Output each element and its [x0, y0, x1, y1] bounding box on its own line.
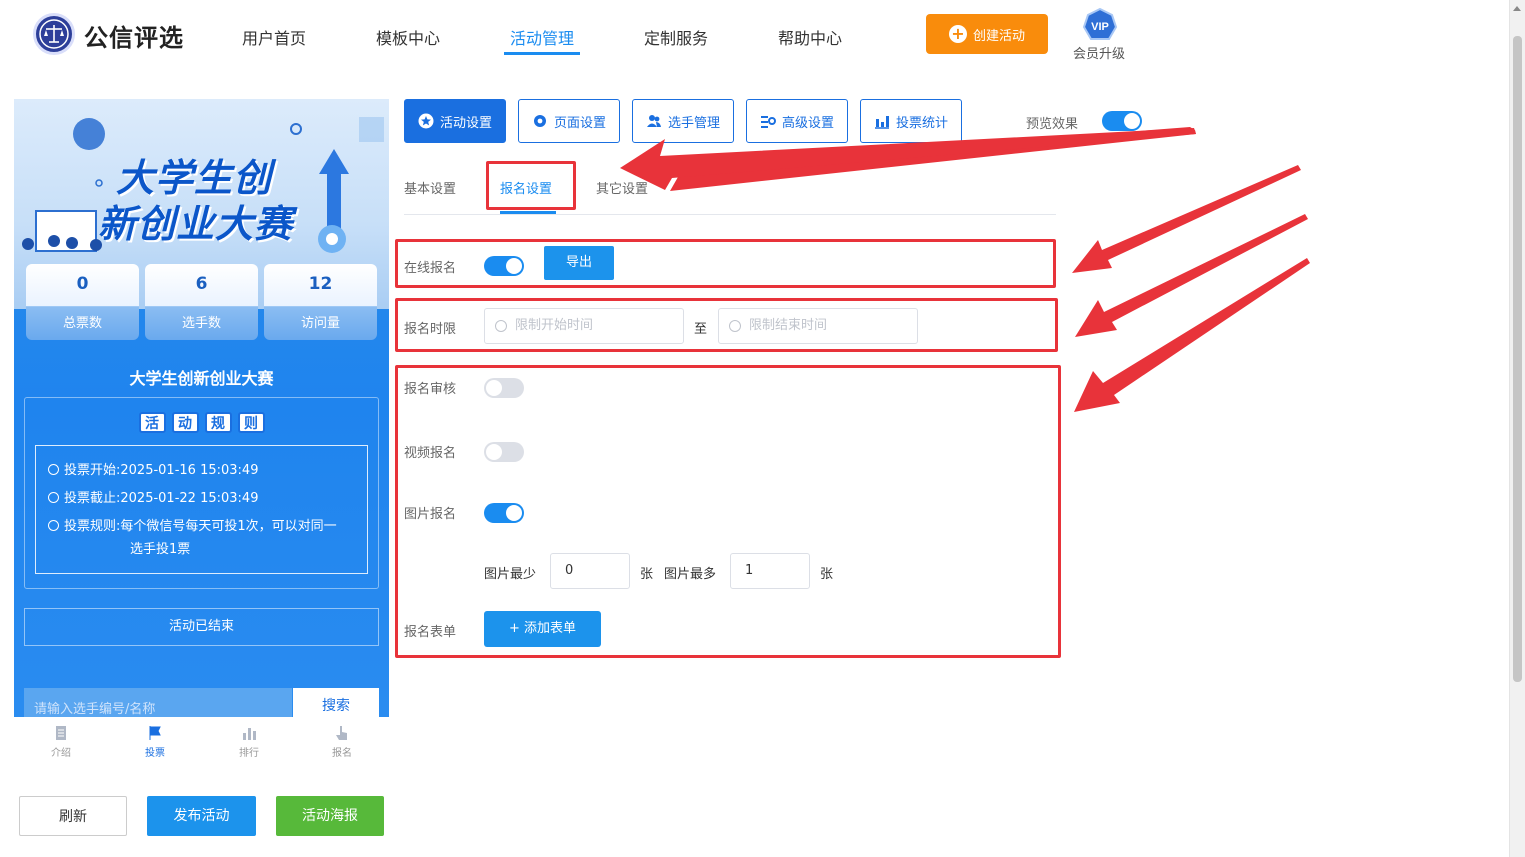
- stat-value: 0: [76, 274, 89, 294]
- create-activity-button[interactable]: + 创建活动: [926, 14, 1048, 54]
- plus-icon: +: [948, 25, 967, 43]
- info-icon: [48, 520, 59, 531]
- vote-end-value: 2025-01-22 15:03:49: [120, 491, 259, 506]
- stat-total-votes: 0 总票数: [26, 264, 139, 340]
- brand-name[interactable]: 公信评选: [84, 18, 184, 53]
- nav-template-center[interactable]: 模板中心: [376, 25, 440, 49]
- annotation-box-signup-options: [395, 365, 1061, 658]
- document-icon: [56, 726, 66, 740]
- vip-icon[interactable]: VIP: [1082, 8, 1118, 42]
- tab-contestant-management-label: 选手管理: [667, 115, 720, 131]
- nav-active-indicator: [504, 52, 580, 55]
- activity-poster-button[interactable]: 活动海报: [276, 796, 384, 836]
- annotation-box-online-signup: [395, 239, 1056, 288]
- vip-badge-text: VIP: [1091, 21, 1109, 33]
- stat-label: 选手数: [181, 316, 221, 331]
- rules-content: 投票开始:2025-01-16 15:03:49 投票截止:2025-01-22…: [35, 445, 368, 574]
- tab-intro-label: 介绍: [51, 748, 71, 759]
- preview-search-input[interactable]: 请输入选手编号/名称: [24, 688, 292, 717]
- clock-icon: [48, 464, 59, 475]
- tab-page-settings[interactable]: 页面设置: [518, 99, 620, 143]
- preview-tabbar: 介绍 投票 排行 报名: [14, 717, 389, 769]
- tab-signup-label: 报名: [332, 748, 352, 759]
- create-activity-label: 创建活动: [972, 28, 1025, 44]
- nav-custom-service[interactable]: 定制服务: [644, 25, 708, 49]
- vote-end-line: 投票截止:2025-01-22 15:03:49: [48, 488, 258, 510]
- vote-end-label: 投票截止:: [64, 491, 121, 506]
- tab-signup[interactable]: 报名: [312, 725, 372, 759]
- flag-icon: [149, 726, 161, 740]
- users-icon: [646, 115, 661, 127]
- vip-upgrade-label[interactable]: 会员升级: [1073, 43, 1125, 62]
- stat-visits: 12 访问量: [264, 264, 377, 340]
- scroll-up-arrow-icon[interactable]: [1513, 6, 1521, 11]
- annotation-box-signup-tab: [486, 161, 576, 210]
- sliders-icon: [760, 116, 776, 128]
- tab-intro[interactable]: 介绍: [31, 725, 91, 759]
- pointer-hand-icon: [336, 726, 347, 740]
- rules-heading-char: 活: [138, 412, 166, 433]
- vote-start-label: 投票开始:: [64, 463, 121, 478]
- star-circle-icon: [418, 113, 434, 129]
- vote-start-line: 投票开始:2025-01-16 15:03:49: [48, 460, 258, 482]
- tab-activity-settings-label: 活动设置: [439, 115, 492, 131]
- preview-effect-label: 预览效果: [1026, 117, 1079, 132]
- vote-rule-text-cont: 选手投1票: [130, 542, 191, 557]
- rules-heading: 活 动 规 则: [25, 412, 378, 433]
- stat-value: 6: [195, 274, 208, 294]
- gear-icon: [533, 115, 546, 127]
- tab-vote-statistics[interactable]: 投票统计: [860, 99, 962, 143]
- bar-chart-icon: [874, 116, 889, 129]
- rules-heading-char: 规: [204, 412, 232, 433]
- tab-vote-label: 投票: [145, 748, 165, 759]
- preview-search-button[interactable]: 搜索: [293, 688, 379, 717]
- subtab-other-settings[interactable]: 其它设置: [596, 178, 648, 197]
- refresh-button[interactable]: 刷新: [19, 796, 127, 836]
- stat-contestants: 6 选手数: [145, 264, 258, 340]
- tab-page-settings-label: 页面设置: [553, 115, 606, 131]
- tab-activity-settings[interactable]: 活动设置: [404, 99, 506, 143]
- tab-contestant-management[interactable]: 选手管理: [632, 99, 734, 143]
- vote-rule-text: 每个微信号每天可投1次，可以对同一: [120, 519, 337, 534]
- rules-heading-char: 则: [237, 412, 265, 433]
- tab-ranking-label: 排行: [239, 748, 259, 759]
- nav-user-home[interactable]: 用户首页: [242, 25, 306, 49]
- annotation-box-signup-period: [395, 298, 1058, 352]
- stat-label: 访问量: [300, 316, 340, 331]
- publish-activity-button[interactable]: 发布活动: [147, 796, 256, 836]
- activity-status-banner: 活动已结束: [24, 608, 379, 646]
- stat-label: 总票数: [62, 316, 102, 331]
- tab-advanced-settings[interactable]: 高级设置: [746, 99, 848, 143]
- page-scrollbar-thumb[interactable]: [1513, 36, 1522, 682]
- tab-vote[interactable]: 投票: [125, 725, 185, 759]
- rules-heading-char: 动: [171, 412, 199, 433]
- nav-activity-management[interactable]: 活动管理: [510, 25, 574, 49]
- tab-vote-statistics-label: 投票统计: [895, 115, 948, 131]
- bar-chart-icon: [243, 728, 256, 740]
- vote-start-value: 2025-01-16 15:03:49: [120, 463, 259, 478]
- preview-activity-title: 大学生创新创业大赛: [129, 369, 274, 388]
- toggle-knob: [1124, 113, 1140, 129]
- mobile-preview: 大学生创 新创业大赛 0 总票数 6 选手数 12 访问量 大学生创新创业大赛 …: [14, 99, 389, 717]
- activity-rules-panel: 活 动 规 则 投票开始:2025-01-16 15:03:49 投票截止:20…: [24, 397, 379, 589]
- vote-rule-label: 投票规则:: [64, 519, 121, 534]
- tab-ranking[interactable]: 排行: [219, 725, 279, 759]
- preview-effect-toggle[interactable]: [1102, 111, 1142, 131]
- stat-value: 12: [308, 274, 333, 294]
- nav-help-center[interactable]: 帮助中心: [778, 25, 842, 49]
- clock-icon: [48, 492, 59, 503]
- tab-advanced-settings-label: 高级设置: [781, 115, 834, 131]
- vote-rule-line: 投票规则:每个微信号每天可投1次，可以对同一: [48, 516, 337, 538]
- subtab-divider: [404, 214, 1056, 215]
- banner-title-line2: 新创业大赛: [98, 202, 294, 246]
- subtab-basic-settings[interactable]: 基本设置: [404, 178, 456, 197]
- brand-logo-icon[interactable]: [33, 13, 75, 55]
